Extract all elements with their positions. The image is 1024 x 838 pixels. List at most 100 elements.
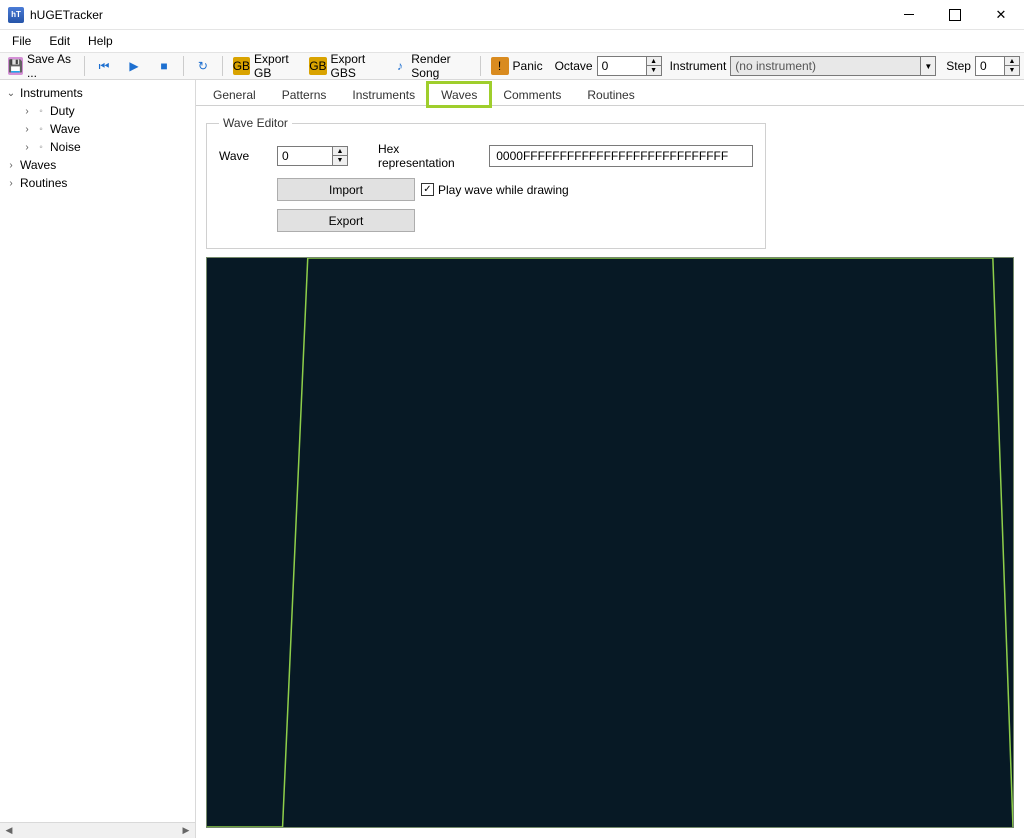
tree-label: Instruments [20, 86, 83, 100]
floppy-icon: 💾 [8, 57, 23, 75]
panic-label: Panic [513, 59, 543, 73]
wave-line [207, 258, 1013, 827]
scroll-left-icon[interactable]: ◀ [2, 825, 16, 837]
stop-button[interactable]: ■ [151, 55, 177, 77]
dropdown-arrow-icon[interactable]: ▼ [920, 56, 936, 76]
play-start-button[interactable]: ⏮ [91, 55, 117, 77]
wave-arrows[interactable]: ▲▼ [333, 146, 348, 166]
tab-instruments[interactable]: Instruments [339, 83, 428, 106]
play-while-drawing-label: Play wave while drawing [438, 183, 569, 197]
maximize-button[interactable] [932, 0, 978, 29]
tab-routines[interactable]: Routines [574, 83, 647, 106]
toolbar: 💾 Save As ... ⏮ ▶ ■ ↻ GB Export GB GB Ex… [0, 52, 1024, 80]
tree-waves[interactable]: › Waves [6, 156, 189, 174]
skip-prev-icon: ⏮ [95, 57, 113, 75]
tree-label: Noise [50, 140, 81, 154]
hex-label: Hex representation [378, 142, 479, 170]
close-button[interactable] [978, 0, 1024, 29]
tree-label: Waves [20, 158, 56, 172]
hex-input[interactable] [489, 145, 753, 167]
menubar: File Edit Help [0, 30, 1024, 52]
repeat-icon: ↻ [194, 57, 212, 75]
down-arrow-icon[interactable]: ▼ [333, 156, 347, 165]
wave-canvas[interactable] [206, 257, 1014, 828]
down-arrow-icon[interactable]: ▼ [647, 66, 661, 75]
tab-general[interactable]: General [200, 83, 269, 106]
step-arrows[interactable]: ▲▼ [1005, 56, 1020, 76]
tab-comments[interactable]: Comments [490, 83, 574, 106]
separator [84, 56, 85, 76]
gbs-icon: GB [309, 57, 326, 75]
separator [183, 56, 184, 76]
tree-routines[interactable]: › Routines [6, 174, 189, 192]
checkbox-icon[interactable]: ✓ [421, 183, 434, 196]
titlebar: hT hUGETracker [0, 0, 1024, 30]
gb-icon: GB [233, 57, 250, 75]
tree-duty[interactable]: › ◦ Duty [6, 102, 189, 120]
render-song-button[interactable]: ♪ Render Song [388, 50, 473, 82]
twisty-right-icon[interactable]: › [6, 160, 16, 171]
main: General Patterns Instruments Waves Comme… [196, 80, 1024, 838]
step-label: Step [946, 59, 971, 73]
octave-spinner[interactable]: ▲▼ [597, 56, 662, 76]
panic-icon: ! [491, 57, 509, 75]
minimize-button[interactable] [886, 0, 932, 29]
twisty-right-icon[interactable]: › [22, 124, 32, 135]
menu-help[interactable]: Help [80, 32, 121, 50]
octave-arrows[interactable]: ▲▼ [647, 56, 662, 76]
wave-input[interactable] [277, 146, 333, 166]
export-gb-button[interactable]: GB Export GB [229, 50, 302, 82]
tree-noise[interactable]: › ◦ Noise [6, 138, 189, 156]
tree-label: Duty [50, 104, 75, 118]
wave-label: Wave [219, 149, 267, 163]
body: ⌄ Instruments › ◦ Duty › ◦ Wave › ◦ Nois… [0, 80, 1024, 838]
sidebar: ⌄ Instruments › ◦ Duty › ◦ Wave › ◦ Nois… [0, 80, 196, 838]
up-arrow-icon[interactable]: ▲ [1005, 57, 1019, 66]
render-song-label: Render Song [411, 52, 469, 80]
up-arrow-icon[interactable]: ▲ [647, 57, 661, 66]
save-as-button[interactable]: 💾 Save As ... [4, 50, 78, 82]
up-arrow-icon[interactable]: ▲ [333, 147, 347, 156]
tab-bar: General Patterns Instruments Waves Comme… [196, 80, 1024, 106]
export-button[interactable]: Export [277, 209, 415, 232]
instrument-dropdown[interactable]: ▼ [730, 56, 936, 76]
menu-edit[interactable]: Edit [41, 32, 78, 50]
twisty-right-icon[interactable]: › [22, 142, 32, 153]
menu-file[interactable]: File [4, 32, 39, 50]
octave-label: Octave [555, 59, 593, 73]
stop-icon: ■ [155, 57, 173, 75]
twisty-down-icon[interactable]: ⌄ [6, 88, 16, 99]
panic-button[interactable]: ! Panic [487, 55, 547, 77]
twisty-right-icon[interactable]: › [6, 178, 16, 189]
wave-spinner[interactable]: ▲▼ [277, 146, 348, 166]
content: Wave Editor Wave ▲▼ Hex representation I… [196, 106, 1024, 838]
tree: ⌄ Instruments › ◦ Duty › ◦ Wave › ◦ Nois… [0, 80, 195, 822]
tab-waves[interactable]: Waves [428, 83, 490, 106]
play-icon: ▶ [125, 57, 143, 75]
instrument-label: Instrument [670, 59, 727, 73]
instrument-input[interactable] [730, 56, 920, 76]
tab-patterns[interactable]: Patterns [269, 83, 340, 106]
sidebar-scrollbar[interactable]: ◀ ▶ [0, 822, 195, 838]
bullet-icon: ◦ [36, 142, 46, 153]
play-while-drawing-checkbox[interactable]: ✓ Play wave while drawing [421, 183, 569, 197]
export-gbs-button[interactable]: GB Export GBS [305, 50, 384, 82]
octave-input[interactable] [597, 56, 647, 76]
wave-editor-group: Wave Editor Wave ▲▼ Hex representation I… [206, 116, 766, 249]
import-button[interactable]: Import [277, 178, 415, 201]
separator [480, 56, 481, 76]
tree-wave[interactable]: › ◦ Wave [6, 120, 189, 138]
scroll-right-icon[interactable]: ▶ [179, 825, 193, 837]
wave-editor-legend: Wave Editor [219, 116, 292, 130]
twisty-right-icon[interactable]: › [22, 106, 32, 117]
tree-instruments[interactable]: ⌄ Instruments [6, 84, 189, 102]
tree-label: Routines [20, 176, 67, 190]
loop-button[interactable]: ↻ [190, 55, 216, 77]
music-icon: ♪ [392, 57, 407, 75]
step-spinner[interactable]: ▲▼ [975, 56, 1020, 76]
export-gbs-label: Export GBS [331, 52, 381, 80]
separator [222, 56, 223, 76]
play-button[interactable]: ▶ [121, 55, 147, 77]
step-input[interactable] [975, 56, 1005, 76]
down-arrow-icon[interactable]: ▼ [1005, 66, 1019, 75]
